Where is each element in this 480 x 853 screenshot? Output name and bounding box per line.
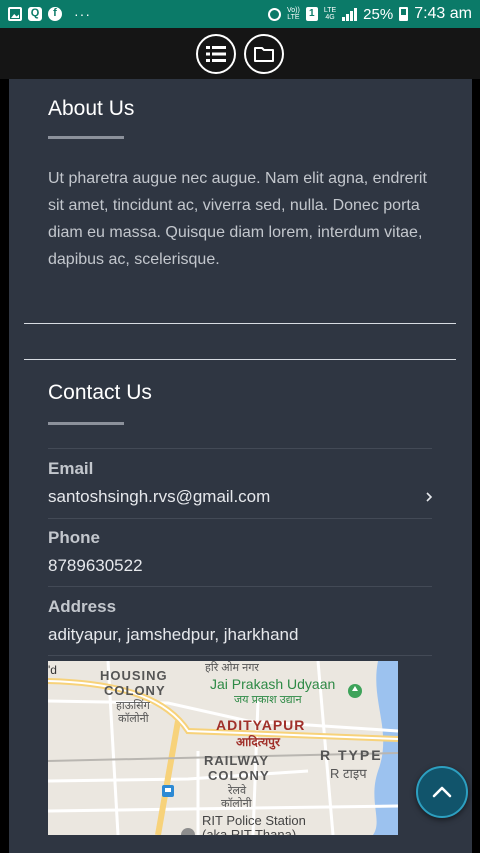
map-label: जय प्रकाश उद्यान [234, 694, 302, 706]
map-label: HOUSING [100, 668, 168, 683]
divider [24, 359, 456, 360]
about-title-underline [48, 136, 124, 139]
battery-icon [399, 7, 409, 21]
status-bar: ··· Vo))LTE 1 LTE4G 25% 7:43 am [0, 0, 480, 28]
categories-button[interactable] [244, 33, 284, 74]
chevron-right-icon[interactable] [424, 492, 434, 502]
map-label: हरि ओम नगर [205, 662, 259, 674]
map-label: कॉलोनी [221, 798, 252, 810]
signal-icon [342, 7, 358, 21]
volte-indicator: Vo)) LTE [286, 7, 300, 21]
row-divider [48, 586, 432, 587]
divider [24, 323, 456, 324]
facebook-icon [48, 7, 62, 21]
email-label: Email [48, 459, 94, 478]
contact-title: Contact Us [48, 381, 152, 404]
gallery-icon [8, 7, 22, 21]
map-label: ADITYAPUR [216, 717, 306, 733]
app-top-bar [0, 28, 480, 79]
alarm-icon [267, 7, 281, 21]
map-label: Jai Prakash Udyaan [210, 676, 336, 692]
row-divider [48, 655, 432, 656]
more-notifications: ··· [74, 6, 91, 22]
map-label: (aka RIT Thana) [202, 827, 297, 835]
map-label: R TYPE [320, 747, 383, 763]
map-label: RAILWAY [204, 753, 270, 768]
map-label: COLONY [208, 768, 270, 783]
contact-title-underline [48, 422, 124, 425]
email-link[interactable]: santoshsingh.rvs@gmail.com [48, 487, 270, 507]
folder-icon [254, 46, 274, 62]
about-text: Ut pharetra augue nec augue. Nam elit ag… [48, 170, 427, 268]
clock: 7:43 am [414, 5, 472, 22]
page-content: About Us Ut pharetra augue nec augue. Na… [0, 79, 480, 853]
map-label: R टाइप [330, 766, 367, 781]
about-title: About Us [48, 97, 135, 120]
sim-indicator: 1 [305, 7, 318, 21]
map-label: RIT Police Station [202, 813, 306, 828]
list-icon [206, 45, 226, 62]
scroll-to-top-button[interactable] [416, 766, 468, 818]
map-label: 'd [48, 663, 57, 677]
location-map[interactable]: 'd हरि ओम नगर HOUSING COLONY हाऊसिंग कॉल… [48, 661, 398, 835]
map-label: COLONY [104, 683, 166, 698]
phone-label: Phone [48, 528, 100, 547]
row-divider [48, 448, 432, 449]
battery-percent: 25% [363, 5, 394, 23]
chevron-up-icon [432, 786, 452, 798]
address-label: Address [48, 597, 117, 616]
lte-indicator: LTE 4G [323, 7, 337, 21]
map-label: कॉलोनी [118, 713, 149, 725]
q-app-icon [28, 7, 42, 21]
address-value: adityapur, jamshedpur, jharkhand [48, 625, 299, 644]
phone-value[interactable]: 8789630522 [48, 556, 143, 576]
map-label: आदित्यपुर [236, 735, 280, 749]
menu-list-button[interactable] [196, 33, 236, 74]
row-divider [48, 518, 432, 519]
